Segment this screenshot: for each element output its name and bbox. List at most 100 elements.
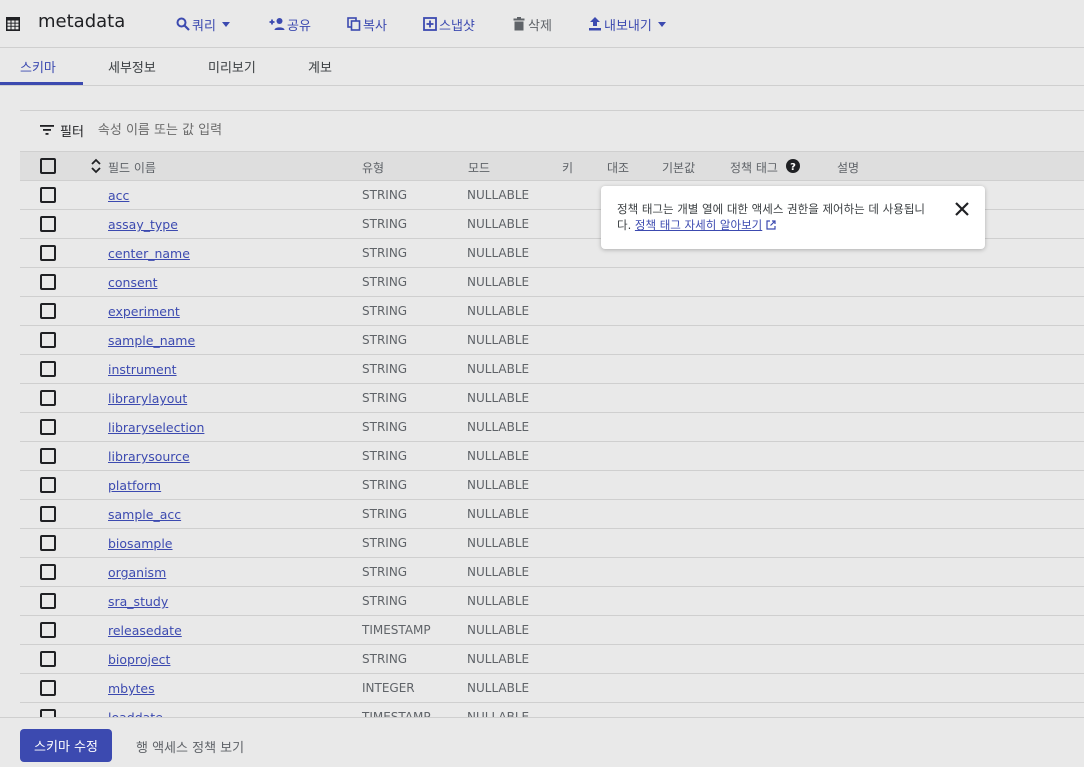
share-label: 공유 [287, 18, 311, 34]
tab-lineage[interactable]: 계보 [308, 48, 332, 85]
field-mode: NULLABLE [467, 333, 530, 347]
field-mode: NULLABLE [467, 449, 530, 463]
table-row: bioproject STRING NULLABLE [20, 645, 1084, 674]
row-checkbox[interactable] [40, 187, 56, 203]
column-default: 기본값 [662, 161, 696, 175]
snapshot-button[interactable]: 스냅샷 [423, 14, 475, 34]
filter-label: 필터 [60, 124, 84, 140]
field-mode: NULLABLE [467, 565, 530, 579]
table-row: platform STRING NULLABLE [20, 471, 1084, 500]
field-name-link[interactable]: instrument [108, 362, 177, 377]
tab-schema[interactable]: 스키마 [20, 48, 56, 85]
field-name-link[interactable]: assay_type [108, 217, 178, 232]
table-row: libraryselection STRING NULLABLE [20, 413, 1084, 442]
row-checkbox[interactable] [40, 390, 56, 406]
field-name-link[interactable]: librarysource [108, 449, 190, 464]
row-checkbox[interactable] [40, 506, 56, 522]
person-add-icon [269, 18, 285, 30]
field-name-link[interactable]: libraryselection [108, 420, 204, 435]
field-name-link[interactable]: mbytes [108, 681, 155, 696]
field-name-link[interactable]: loaddate [108, 710, 163, 717]
select-all-checkbox[interactable] [40, 158, 56, 174]
add-box-icon [423, 17, 437, 31]
filter-icon[interactable] [40, 124, 54, 136]
copy-button[interactable]: 복사 [347, 14, 387, 34]
field-name-link[interactable]: platform [108, 478, 161, 493]
row-checkbox[interactable] [40, 680, 56, 696]
row-checkbox[interactable] [40, 477, 56, 493]
row-checkbox[interactable] [40, 303, 56, 319]
field-type: STRING [362, 333, 408, 347]
column-key: 키 [562, 161, 574, 175]
row-checkbox[interactable] [40, 216, 56, 232]
field-name-link[interactable]: librarylayout [108, 391, 187, 406]
field-mode: NULLABLE [467, 304, 530, 318]
field-name-link[interactable]: bioproject [108, 652, 170, 667]
field-type: STRING [362, 362, 408, 376]
field-name-link[interactable]: sample_acc [108, 507, 181, 522]
field-type: TIMESTAMP [362, 623, 431, 637]
field-name-link[interactable]: acc [108, 188, 129, 203]
table-row: instrument STRING NULLABLE [20, 355, 1084, 384]
tab-bar: 스키마 세부정보 미리보기 계보 [0, 48, 1084, 86]
policy-tag-tooltip: 정책 태그는 개별 열에 대한 액세스 권한을 제어하는 데 사용됩니다. 정책… [601, 186, 985, 249]
field-name-link[interactable]: sample_name [108, 333, 195, 348]
field-type: INTEGER [362, 681, 415, 695]
learn-more-link[interactable]: 정책 태그 자세히 알아보기 [635, 218, 762, 232]
field-type: STRING [362, 304, 408, 318]
row-checkbox[interactable] [40, 651, 56, 667]
delete-label: 삭제 [528, 18, 552, 34]
close-icon[interactable] [953, 200, 971, 218]
tooltip-text: 정책 태그는 개별 열에 대한 액세스 권한을 제어하는 데 사용됩니다. 정책… [617, 201, 937, 233]
table-row: librarysource STRING NULLABLE [20, 442, 1084, 471]
table-header: 필드 이름 유형 모드 키 대조 기본값 정책 태그 ? 설명 [20, 151, 1084, 181]
filter-bar: 필터 [40, 120, 498, 140]
row-checkbox[interactable] [40, 361, 56, 377]
field-mode: NULLABLE [467, 652, 530, 666]
field-name-link[interactable]: experiment [108, 304, 180, 319]
table-row: releasedate TIMESTAMP NULLABLE [20, 616, 1084, 645]
copy-label: 복사 [363, 18, 387, 34]
field-name-link[interactable]: center_name [108, 246, 190, 261]
field-type: STRING [362, 275, 408, 289]
learn-more-label: 정책 태그 자세히 알아보기 [634, 218, 763, 232]
row-checkbox[interactable] [40, 622, 56, 638]
row-checkbox[interactable] [40, 332, 56, 348]
table-row: mbytes INTEGER NULLABLE [20, 674, 1084, 703]
filter-input[interactable] [97, 122, 498, 138]
row-checkbox[interactable] [40, 564, 56, 580]
row-checkbox[interactable] [40, 448, 56, 464]
share-button[interactable]: 공유 [269, 14, 311, 34]
table-row: librarylayout STRING NULLABLE [20, 384, 1084, 413]
field-name-link[interactable]: organism [108, 565, 166, 580]
query-button[interactable]: 쿼리 [176, 14, 230, 34]
tab-preview[interactable]: 미리보기 [208, 48, 256, 85]
field-name-link[interactable]: consent [108, 275, 157, 290]
view-row-access-policies-button[interactable]: 행 액세스 정책 보기 [136, 737, 244, 756]
field-mode: NULLABLE [467, 246, 530, 260]
field-name-link[interactable]: releasedate [108, 623, 182, 638]
row-checkbox[interactable] [40, 593, 56, 609]
column-type: 유형 [362, 161, 385, 175]
column-collation: 대조 [607, 161, 630, 175]
row-checkbox[interactable] [40, 709, 56, 717]
field-name-link[interactable]: biosample [108, 536, 173, 551]
export-button[interactable]: 내보내기 [588, 14, 666, 34]
row-checkbox[interactable] [40, 535, 56, 551]
upload-icon [589, 17, 601, 31]
edit-schema-button[interactable]: 스키마 수정 [20, 729, 112, 762]
field-type: STRING [362, 507, 408, 521]
sort-icon[interactable] [90, 157, 102, 175]
tab-details[interactable]: 세부정보 [108, 48, 156, 85]
row-checkbox[interactable] [40, 419, 56, 435]
help-icon[interactable]: ? [786, 159, 800, 173]
field-name-link[interactable]: sra_study [108, 594, 168, 609]
field-mode: NULLABLE [467, 681, 530, 695]
export-label: 내보내기 [604, 18, 652, 34]
delete-button[interactable]: 삭제 [512, 14, 552, 34]
row-checkbox[interactable] [40, 245, 56, 261]
field-mode: NULLABLE [467, 217, 530, 231]
open-in-new-icon [766, 220, 776, 230]
field-type: STRING [362, 478, 408, 492]
row-checkbox[interactable] [40, 274, 56, 290]
